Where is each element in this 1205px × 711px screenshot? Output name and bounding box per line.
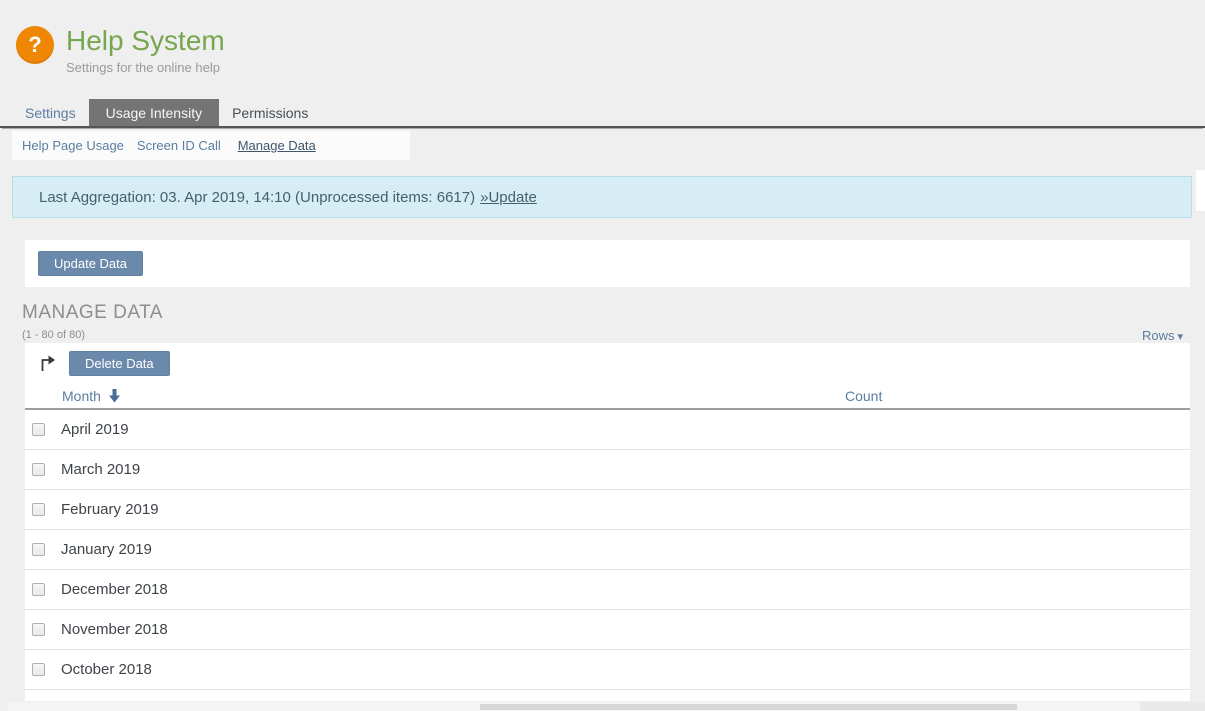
row-checkbox[interactable] <box>32 663 45 676</box>
row-checkbox[interactable] <box>32 583 45 596</box>
table-row: November 2018 <box>25 610 1190 650</box>
subnav-help-page-usage[interactable]: Help Page Usage <box>22 138 124 153</box>
row-checkbox[interactable] <box>32 423 45 436</box>
table-row: January 2019 <box>25 530 1190 570</box>
month-cell: January 2019 <box>61 541 828 558</box>
column-header-month[interactable]: Month <box>62 388 845 404</box>
page-subtitle: Settings for the online help <box>66 60 225 75</box>
month-cell: October 2018 <box>61 661 828 678</box>
row-checkbox[interactable] <box>32 463 45 476</box>
month-column-label: Month <box>62 388 101 404</box>
table-row: October 2018 <box>25 650 1190 690</box>
delete-data-button[interactable]: Delete Data <box>69 351 170 376</box>
action-strip: Update Data <box>25 240 1190 287</box>
month-cell: February 2019 <box>61 501 828 518</box>
update-link[interactable]: »Update <box>480 189 537 206</box>
row-checkbox[interactable] <box>32 543 45 556</box>
page: ? Help System Settings for the online he… <box>0 0 1205 711</box>
row-checkbox[interactable] <box>32 623 45 636</box>
month-cell: November 2018 <box>61 621 828 638</box>
table-toolbar: Delete Data <box>25 343 1190 383</box>
horizontal-scrollbar[interactable] <box>8 702 1140 711</box>
update-data-button[interactable]: Update Data <box>38 251 143 276</box>
column-header-count[interactable]: Count <box>845 388 882 404</box>
last-aggregation-text: Last Aggregation: 03. Apr 2019, 14:10 (U… <box>39 189 475 206</box>
subnav-manage-data[interactable]: Manage Data <box>238 138 316 153</box>
month-cell: December 2018 <box>61 581 828 598</box>
section-title: MANAGE DATA <box>22 302 163 324</box>
table-header-row: Month Count <box>25 383 1190 410</box>
table-row: March 2019 <box>25 450 1190 490</box>
page-title: Help System <box>66 26 225 56</box>
row-checkbox[interactable] <box>32 503 45 516</box>
table-row: April 2019 <box>25 410 1190 450</box>
table-row: December 2018 <box>25 570 1190 610</box>
table-row: February 2019 <box>25 490 1190 530</box>
manage-data-table: Delete Data Month Count April 2019 March… <box>25 343 1190 701</box>
forward-arrow-icon[interactable] <box>38 354 56 372</box>
horizontal-scrollbar-end <box>1140 702 1205 711</box>
subnav-screen-id-call[interactable]: Screen ID Call <box>137 138 221 153</box>
last-aggregation-info-bar: Last Aggregation: 03. Apr 2019, 14:10 (U… <box>12 176 1192 218</box>
month-cell: March 2019 <box>61 461 828 478</box>
month-cell: April 2019 <box>61 421 828 438</box>
tab-usage-intensity[interactable]: Usage Intensity <box>89 99 220 126</box>
sort-descending-icon <box>108 389 121 403</box>
help-question-icon: ? <box>16 26 54 64</box>
tab-settings[interactable]: Settings <box>12 99 89 126</box>
app-header: ? Help System Settings for the online he… <box>16 26 225 75</box>
horizontal-scrollbar-thumb[interactable] <box>480 704 1017 710</box>
subnav: Help Page Usage Screen ID Call Manage Da… <box>12 131 410 160</box>
rows-dropdown[interactable]: Rows▾ <box>1142 328 1183 343</box>
chevron-down-icon: ▾ <box>1177 331 1183 343</box>
rows-dropdown-label: Rows <box>1142 328 1175 343</box>
tab-bar: Settings Usage Intensity Permissions <box>0 99 1205 128</box>
vertical-scrollbar-sliver <box>1196 170 1205 211</box>
pagination-info: (1 - 80 of 80) <box>22 329 85 341</box>
tab-permissions[interactable]: Permissions <box>219 99 321 126</box>
